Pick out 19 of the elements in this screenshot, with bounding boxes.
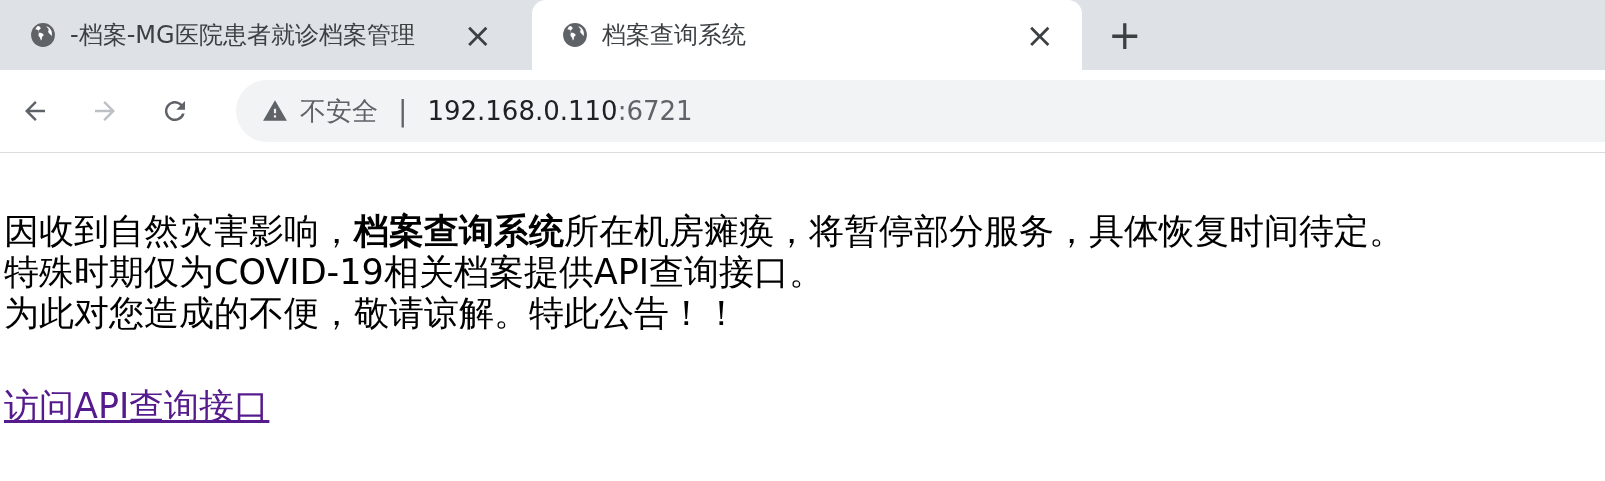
separator: | — [398, 94, 408, 128]
notice-line: 为此对您造成的不便，敬请谅解。特此公告！！ — [4, 293, 740, 334]
notice-line: 特殊时期仅为COVID-19相关档案提供API查询接口。 — [4, 252, 826, 293]
close-tab-button[interactable]: × — [457, 18, 498, 52]
security-label: 不安全 — [300, 94, 378, 128]
tab-title: -档案-MG医院患者就诊档案管理 — [70, 20, 416, 51]
globe-icon — [30, 22, 56, 48]
browser-tab[interactable]: 档案查询系统 × — [532, 0, 1082, 70]
address-bar[interactable]: 不安全 | 192.168.0.110:6721 — [236, 80, 1605, 142]
globe-icon — [562, 22, 588, 48]
api-link[interactable]: 访问API查询接口 — [4, 386, 270, 427]
url-host: 192.168.0.110 — [427, 96, 618, 126]
browser-tab[interactable]: -档案-MG医院患者就诊档案管理 × — [0, 0, 520, 70]
new-tab-button[interactable]: + — [1102, 14, 1148, 56]
notice-line: 因收到自然灾害影响，档案查询系统所在机房瘫痪，将暂停部分服务，具体恢复时间待定。 — [4, 211, 1405, 252]
warning-icon — [262, 98, 288, 124]
close-tab-button[interactable]: × — [1019, 18, 1060, 52]
url-port: :6721 — [617, 96, 693, 126]
tab-title: 档案查询系统 — [602, 20, 747, 51]
